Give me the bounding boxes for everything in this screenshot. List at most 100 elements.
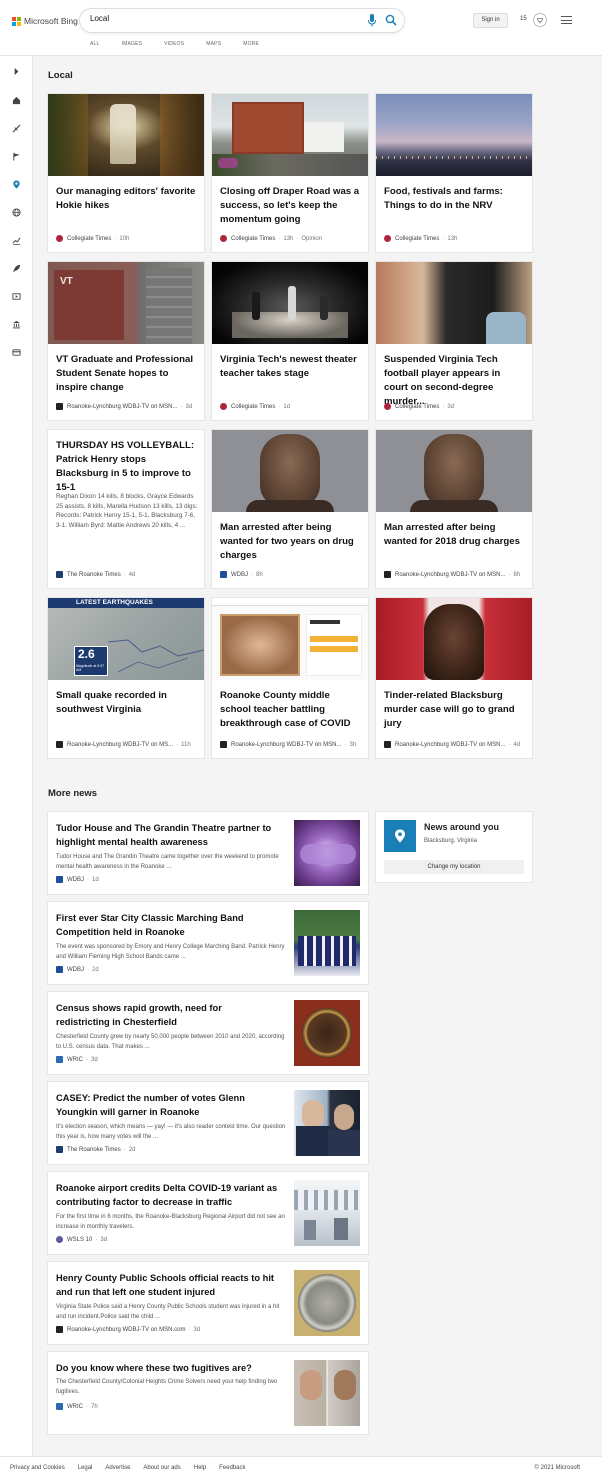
news-snippet: For the first time in 6 months, the Roan… xyxy=(56,1214,285,1230)
news-title[interactable]: Census shows rapid growth, need for redi… xyxy=(56,1001,278,1029)
news-source[interactable]: WDBJ xyxy=(67,877,84,883)
card-source[interactable]: Roanoke-Lynchburg WDBJ-TV on MS... xyxy=(67,742,173,748)
news-card[interactable]: LATEST EARTHQUAKES 2.6 Magnitude at 9:37… xyxy=(48,598,204,758)
footer-links: Privacy and Cookies Legal Advertise Abou… xyxy=(10,1465,258,1471)
card-title[interactable]: THURSDAY HS VOLLEYBALL: Patrick Henry st… xyxy=(56,439,198,495)
news-card[interactable]: THURSDAY HS VOLLEYBALL: Patrick Henry st… xyxy=(48,430,204,588)
card-source[interactable]: The Roanoke Times xyxy=(67,572,121,578)
rewards-icon[interactable] xyxy=(533,13,547,27)
rocket-icon[interactable] xyxy=(9,261,23,275)
news-title[interactable]: CASEY: Predict the number of votes Glenn… xyxy=(56,1091,278,1119)
news-card[interactable]: Closing off Draper Road was a success, s… xyxy=(212,94,368,252)
chart-icon[interactable] xyxy=(9,233,23,247)
card-source[interactable]: WDBJ xyxy=(231,572,248,578)
card-title[interactable]: Suspended Virginia Tech football player … xyxy=(384,353,526,409)
card-title[interactable]: Small quake recorded in southwest Virgin… xyxy=(56,689,198,717)
nav-maps[interactable]: MAPS xyxy=(206,41,221,47)
card-source[interactable]: Collegiate Times xyxy=(231,404,275,410)
card-title[interactable]: Closing off Draper Road was a success, s… xyxy=(220,185,362,227)
card-source[interactable]: Collegiate Times xyxy=(67,236,111,242)
news-card[interactable]: Virginia Tech's newest theater teacher t… xyxy=(212,262,368,420)
footer-legal-link[interactable]: Legal xyxy=(78,1465,93,1471)
news-card[interactable]: Food, festivals and farms: Things to do … xyxy=(376,94,532,252)
card-title[interactable]: Tinder-related Blacksburg murder case wi… xyxy=(384,689,526,731)
footer-help-link[interactable]: Help xyxy=(194,1465,206,1471)
nav-more[interactable]: MORE xyxy=(243,41,259,47)
card-source[interactable]: Collegiate Times xyxy=(395,236,439,242)
footer-advertise-link[interactable]: Advertise xyxy=(105,1465,130,1471)
globe-icon[interactable] xyxy=(9,205,23,219)
nav-images[interactable]: IMAGES xyxy=(122,41,143,47)
card-title[interactable]: Virginia Tech's newest theater teacher t… xyxy=(220,353,362,381)
logo-text: Microsoft Bing xyxy=(24,16,78,26)
bing-logo[interactable]: Microsoft Bing xyxy=(12,16,78,26)
news-card[interactable]: Our managing editors' favorite Hokie hik… xyxy=(48,94,204,252)
card-title[interactable]: VT Graduate and Professional Student Sen… xyxy=(56,353,198,395)
news-title[interactable]: Roanoke airport credits Delta COVID-19 v… xyxy=(56,1181,278,1209)
card-time: 1d xyxy=(283,403,291,410)
card-source[interactable]: Roanoke-Lynchburg WDBJ-TV on MSN... xyxy=(395,742,505,748)
footer-feedback-link[interactable]: Feedback xyxy=(219,1465,245,1471)
news-source[interactable]: WSLS 10 xyxy=(67,1237,92,1243)
news-time: 3d xyxy=(100,1236,108,1243)
news-time: 3d xyxy=(91,1056,98,1063)
card-icon[interactable] xyxy=(9,345,23,359)
news-title[interactable]: Do you know where these two fugitives ar… xyxy=(56,1361,278,1375)
nav-videos[interactable]: VIDEOS xyxy=(164,41,184,47)
news-card[interactable]: Tinder-related Blacksburg murder case wi… xyxy=(376,598,532,758)
news-source[interactable]: WRIC xyxy=(67,1057,83,1063)
rewards-points[interactable]: 15 xyxy=(520,16,527,22)
change-location-button[interactable]: Change my location xyxy=(384,860,524,874)
news-source[interactable]: The Roanoke Times xyxy=(67,1147,121,1153)
signin-button[interactable]: Sign in xyxy=(473,13,508,28)
news-title[interactable]: First ever Star City Classic Marching Ba… xyxy=(56,911,278,939)
search-icon[interactable] xyxy=(385,14,397,26)
news-card[interactable]: Man arrested after being wanted for two … xyxy=(212,430,368,588)
news-title[interactable]: Henry County Public Schools official rea… xyxy=(56,1271,278,1299)
card-source[interactable]: Roanoke-Lynchburg WDBJ-TV on MSN... xyxy=(395,572,505,578)
news-list-item[interactable]: Census shows rapid growth, need for redi… xyxy=(48,992,368,1074)
search-input[interactable] xyxy=(90,14,360,23)
card-title[interactable]: Our managing editors' favorite Hokie hik… xyxy=(56,185,198,213)
card-title[interactable]: Man arrested after being wanted for 2018… xyxy=(384,521,526,549)
news-list-item[interactable]: Do you know where these two fugitives ar… xyxy=(48,1352,368,1434)
card-title[interactable]: Food, festivals and farms: Things to do … xyxy=(384,185,526,213)
footer-about-ads-link[interactable]: About our ads xyxy=(143,1465,180,1471)
card-source[interactable]: Roanoke-Lynchburg WDBJ-TV on MSN... xyxy=(67,404,177,410)
card-title[interactable]: Roanoke County middle school teacher bat… xyxy=(220,689,362,731)
flag-icon[interactable] xyxy=(9,149,23,163)
roanoke-times-icon xyxy=(56,1146,63,1153)
location-icon[interactable] xyxy=(9,177,23,191)
search-box[interactable] xyxy=(80,9,404,32)
card-source[interactable]: Roanoke-Lynchburg WDBJ-TV on MSN... xyxy=(231,742,341,748)
news-card[interactable]: Suspended Virginia Tech football player … xyxy=(376,262,532,420)
news-title[interactable]: Tudor House and The Grandin Theatre part… xyxy=(56,821,278,849)
card-source[interactable]: Collegiate Times xyxy=(231,236,275,242)
nrv-skyline-image xyxy=(376,94,532,176)
hamburger-menu-icon[interactable] xyxy=(561,16,572,24)
nav-all[interactable]: ALL xyxy=(90,41,100,47)
card-source[interactable]: Collegiate Times xyxy=(395,404,439,410)
news-snippet: It's election season, which means — yay!… xyxy=(56,1124,286,1140)
sports-icon[interactable] xyxy=(9,121,23,135)
news-card[interactable]: VT VT Graduate and Professional Student … xyxy=(48,262,204,420)
home-icon[interactable] xyxy=(9,93,23,107)
news-card[interactable]: Roanoke County middle school teacher bat… xyxy=(212,598,368,758)
news-card[interactable]: Man arrested after being wanted for 2018… xyxy=(376,430,532,588)
news-list-item[interactable]: Roanoke airport credits Delta COVID-19 v… xyxy=(48,1172,368,1254)
news-list-item[interactable]: Tudor House and The Grandin Theatre part… xyxy=(48,812,368,894)
card-time: 8h xyxy=(256,571,263,578)
footer-privacy-link[interactable]: Privacy and Cookies xyxy=(10,1465,65,1471)
news-list-item[interactable]: CASEY: Predict the number of votes Glenn… xyxy=(48,1082,368,1164)
bank-icon[interactable] xyxy=(9,317,23,331)
news-source[interactable]: WDBJ xyxy=(67,967,84,973)
news-source[interactable]: Roanoke-Lynchburg WDBJ-TV on MSN.com xyxy=(67,1327,186,1333)
county-seal-image xyxy=(294,1000,360,1066)
chevron-right-icon[interactable] xyxy=(9,64,23,78)
microphone-icon[interactable] xyxy=(367,14,377,27)
news-source[interactable]: WRIC xyxy=(67,1404,83,1410)
news-list-item[interactable]: First ever Star City Classic Marching Ba… xyxy=(48,902,368,984)
video-icon[interactable] xyxy=(9,289,23,303)
card-title[interactable]: Man arrested after being wanted for two … xyxy=(220,521,362,563)
news-list-item[interactable]: Henry County Public Schools official rea… xyxy=(48,1262,368,1344)
